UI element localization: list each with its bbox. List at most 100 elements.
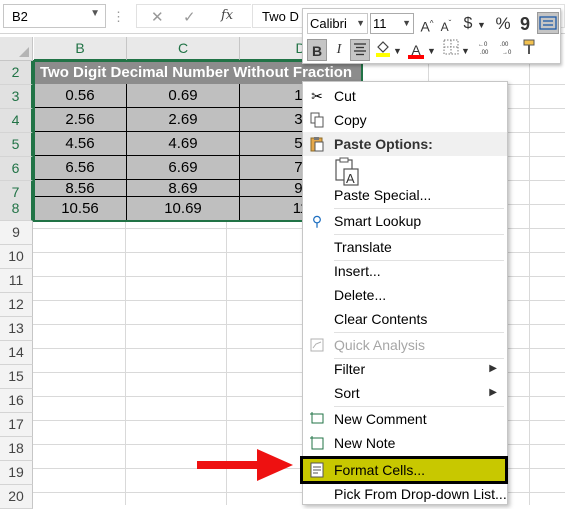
row-header[interactable]: 15 <box>0 365 33 389</box>
table-cell[interactable]: 8.56 <box>34 180 127 197</box>
menu-item-copy[interactable]: Copy <box>303 108 507 132</box>
borders-button[interactable] <box>441 39 461 61</box>
increase-decimal-icon: .00 →0 <box>500 42 512 56</box>
row-header[interactable]: 11 <box>0 269 33 293</box>
menu-item-paste-special[interactable]: Paste Special... <box>303 183 507 207</box>
scissors-icon: ✂ <box>311 88 323 104</box>
drag-handle-icon[interactable]: ⋮ <box>112 9 126 25</box>
column-header-b[interactable]: B <box>34 37 127 61</box>
increase-decimal-button[interactable]: .00 →0 <box>498 39 518 61</box>
fill-color-button[interactable] <box>373 39 393 61</box>
copy-icon <box>307 108 327 135</box>
chevron-down-icon[interactable]: ▼ <box>402 14 411 33</box>
note-icon <box>307 431 327 458</box>
row-header[interactable]: 6 <box>0 157 33 181</box>
menu-item-insert[interactable]: Insert... <box>303 259 507 283</box>
font-color-button[interactable]: A <box>406 39 426 61</box>
decrease-decimal-icon: ←0 .00 <box>478 42 489 56</box>
shrink-font-icon: A <box>440 20 449 34</box>
row-header[interactable]: 10 <box>0 245 33 269</box>
annotation-arrow-icon <box>197 449 293 481</box>
row-header[interactable]: 3 <box>0 85 33 109</box>
chevron-down-icon[interactable]: ▼ <box>427 40 436 62</box>
align-center-button[interactable] <box>350 39 370 61</box>
menu-item-filter[interactable]: Filter ▶ <box>303 357 507 381</box>
row-header[interactable]: 17 <box>0 413 33 437</box>
cancel-icon[interactable]: ✕ <box>151 8 164 26</box>
menu-item-delete[interactable]: Delete... <box>303 283 507 307</box>
search-icon: ⚲ <box>311 213 323 229</box>
row-header[interactable]: 4 <box>0 109 33 133</box>
menu-item-new-note[interactable]: New Note <box>303 431 507 455</box>
paint-bucket-icon <box>376 41 390 57</box>
font-size-select[interactable]: 11 ▼ <box>370 13 414 34</box>
table-cell[interactable]: 2.69 <box>127 108 240 132</box>
currency-icon: $ <box>463 15 473 32</box>
comma-style-button[interactable]: 9 <box>517 13 533 35</box>
row-header[interactable]: 16 <box>0 389 33 413</box>
formula-buttons: ✕ ✓ fx <box>136 4 251 28</box>
row-header[interactable]: 2 <box>0 61 33 85</box>
row-header[interactable]: 5 <box>0 133 33 157</box>
svg-text:.00: .00 <box>480 50 489 55</box>
chevron-down-icon[interactable]: ▼ <box>356 14 365 33</box>
table-cell[interactable]: 0.69 <box>127 84 240 108</box>
italic-button[interactable]: I <box>330 39 348 61</box>
table-cell[interactable]: 6.56 <box>34 156 127 180</box>
menu-item-sort[interactable]: Sort ▶ <box>303 381 507 405</box>
menu-item-quick-analysis[interactable]: Quick Analysis <box>303 333 507 357</box>
menu-item-clear-contents[interactable]: Clear Contents <box>303 307 507 331</box>
format-painter-button[interactable] <box>520 39 540 61</box>
wrap-text-button[interactable] <box>537 12 559 34</box>
row-header[interactable]: 18 <box>0 437 33 461</box>
chevron-down-icon[interactable]: ▼ <box>477 14 486 36</box>
menu-item-pick-from-dropdown[interactable]: Pick From Drop-down List... <box>303 482 507 506</box>
row-header[interactable]: 20 <box>0 485 33 509</box>
chevron-right-icon: ▶ <box>489 387 497 398</box>
quick-analysis-icon <box>307 333 327 359</box>
chevron-right-icon: ▶ <box>489 363 497 374</box>
table-cell[interactable]: 6.69 <box>127 156 240 180</box>
comma-icon: 9 <box>519 14 530 34</box>
row-header[interactable]: 9 <box>0 221 33 245</box>
svg-text:→0: →0 <box>502 50 512 55</box>
font-name-select[interactable]: Calibri ▼ <box>307 13 368 34</box>
table-cell[interactable]: 0.56 <box>34 84 127 108</box>
column-header-c[interactable]: C <box>127 37 240 61</box>
name-box-value: B2 <box>12 9 28 24</box>
table-cell[interactable]: 2.56 <box>34 108 127 132</box>
insert-function-icon[interactable]: fx <box>221 8 233 23</box>
row-header[interactable]: 19 <box>0 461 33 485</box>
table-cell[interactable]: 4.56 <box>34 132 127 156</box>
name-box[interactable]: B2 ▼ <box>3 4 106 28</box>
svg-text:.00: .00 <box>500 42 509 48</box>
currency-button[interactable]: $ <box>459 13 477 35</box>
menu-item-smart-lookup[interactable]: ⚲ Smart Lookup <box>303 209 507 233</box>
enter-icon[interactable]: ✓ <box>183 8 196 26</box>
menu-item-format-cells[interactable]: Format Cells... <box>300 456 508 484</box>
table-cell[interactable]: 10.56 <box>34 197 127 221</box>
table-cell[interactable]: 4.69 <box>127 132 240 156</box>
table-cell[interactable]: 8.69 <box>127 180 240 197</box>
row-header[interactable]: 8 <box>0 197 33 221</box>
table-cell[interactable]: 10.69 <box>127 197 240 221</box>
paste-options-header: Paste Options: <box>303 132 507 156</box>
menu-item-cut[interactable]: ✂ Cut <box>303 84 507 108</box>
chevron-down-icon[interactable]: ▼ <box>461 40 470 62</box>
row-header[interactable]: 14 <box>0 341 33 365</box>
menu-item-new-comment[interactable]: New Comment <box>303 407 507 431</box>
align-center-icon <box>354 43 366 56</box>
percent-button[interactable]: % <box>493 13 513 35</box>
shrink-font-button[interactable]: Aˇ <box>437 13 455 35</box>
select-all-corner[interactable] <box>0 37 33 61</box>
wrap-text-icon <box>539 16 557 30</box>
menu-item-translate[interactable]: Translate <box>303 235 507 259</box>
decrease-decimal-button[interactable]: ←0 .00 <box>476 39 496 61</box>
row-header[interactable]: 13 <box>0 317 33 341</box>
bold-button[interactable]: B <box>307 39 327 61</box>
chevron-down-icon[interactable]: ▼ <box>393 40 402 62</box>
row-header[interactable]: 12 <box>0 293 33 317</box>
chevron-down-icon[interactable]: ▼ <box>90 8 100 19</box>
font-name-value: Calibri <box>310 16 347 31</box>
grow-font-button[interactable]: A^ <box>418 13 436 35</box>
